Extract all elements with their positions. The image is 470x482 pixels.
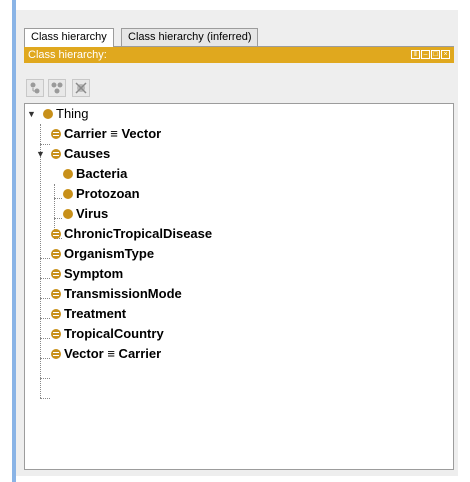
tree-connector [40,338,50,339]
defined-class-icon [51,309,61,319]
class-icon [63,189,73,199]
tree-node[interactable]: Bacteria [63,164,127,184]
defined-class-icon [51,149,61,159]
defined-class-icon [51,349,61,359]
defined-class-icon [51,269,61,279]
defined-class-icon [51,249,61,259]
tree-connector [40,318,50,319]
tree-node[interactable]: Treatment [51,304,126,324]
tree-connector [40,124,41,398]
hierarchy-toolbar [24,63,454,103]
tree-connector [54,218,62,219]
defined-class-icon [51,289,61,299]
tree-node[interactable]: Protozoan [63,184,140,204]
tree-connector [40,278,50,279]
tree-node[interactable]: Symptom [51,264,123,284]
tree-node[interactable]: ChronicTropicalDisease [51,224,212,244]
left-margin [0,0,12,482]
add-subclass-icon [30,82,40,94]
add-subclass-button[interactable] [26,79,44,97]
tab-class-hierarchy[interactable]: Class hierarchy [24,28,114,47]
tree-node[interactable]: OrganismType [51,244,154,264]
tree-connector [40,378,50,379]
delete-class-button[interactable] [72,79,90,97]
class-icon [63,209,73,219]
tree-connector [40,258,50,259]
class-icon [43,109,53,119]
defined-class-icon [51,129,61,139]
tree-connector [40,298,50,299]
view-title: Class hierarchy: [28,49,107,61]
tab-class-hierarchy-inferred[interactable]: Class hierarchy (inferred) [121,28,259,46]
class-icon [63,169,73,179]
tree-node[interactable]: Vector ≡ Carrier [51,344,161,364]
tree-node[interactable]: TransmissionMode [51,284,182,304]
tree-connector [40,144,50,145]
tree-connector [40,358,50,359]
maximize-icon[interactable]: □ [431,50,440,59]
class-tree[interactable]: ▼ Thing Carrier ≡ Vector ▼ Causes Bacter… [24,103,454,470]
defined-class-icon [51,229,61,239]
class-hierarchy-panel: Class hierarchy Class hierarchy (inferre… [16,10,458,476]
expand-toggle-icon[interactable]: ▼ [36,149,45,159]
defined-class-icon [51,329,61,339]
tree-node[interactable]: Causes [51,144,110,164]
delete-class-icon [75,82,87,94]
add-sibling-class-icon [51,82,63,94]
view-window-controls: ‖ – □ × [410,50,450,60]
tree-node[interactable]: Carrier ≡ Vector [51,124,161,144]
tree-connector [40,398,50,399]
tree-node[interactable]: TropicalCountry [51,324,164,344]
pin-icon[interactable]: ‖ [411,50,420,59]
tree-node[interactable]: Virus [63,204,108,224]
view-title-bar: Class hierarchy: ‖ – □ × [24,47,454,63]
add-sibling-class-button[interactable] [48,79,66,97]
tree-connector [54,198,62,199]
minimize-icon[interactable]: – [421,50,430,59]
tree-node-thing[interactable]: Thing [43,104,89,124]
close-icon[interactable]: × [441,50,450,59]
expand-toggle-icon[interactable]: ▼ [27,109,36,119]
